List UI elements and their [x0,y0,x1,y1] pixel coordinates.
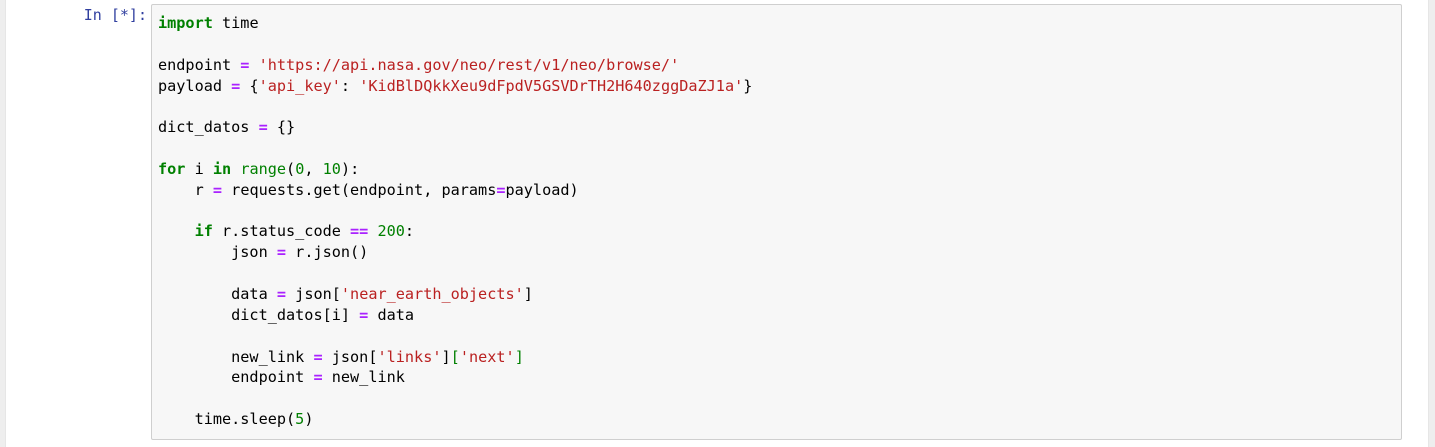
code-text: : [404,222,415,241]
code-string: 'api_key' [258,76,341,95]
code-line[interactable]: new_link = json['links']['next'] [158,347,752,368]
code-text: : [340,76,360,95]
code-string: 'links' [377,347,442,366]
code-operator: = [313,368,323,387]
code-text: json [158,243,277,262]
code-text: json[ [286,284,341,303]
code-text: ) [304,410,314,429]
code-text: new_link [158,347,314,366]
code-editor[interactable]: import time​endpoint = 'https://api.nasa… [151,4,1402,440]
code-keyword: if [194,222,213,241]
code-line[interactable]: json = r.json() [158,242,752,263]
code-text: dict_datos[i] [158,305,360,324]
code-string: 'https://api.nasa.gov/neo/rest/v1/neo/br… [258,55,680,74]
code-operator: = [496,180,506,199]
code-line[interactable]: endpoint = 'https://api.nasa.gov/neo/res… [158,55,752,76]
code-block[interactable]: import time​endpoint = 'https://api.nasa… [158,13,752,430]
code-number: 0 [295,159,305,178]
code-text: { [240,76,259,95]
code-text: endpoint [158,368,314,387]
code-line[interactable]: ​ [158,34,752,55]
code-number: 200 [377,222,405,241]
code-text: ): [340,159,360,178]
code-line[interactable]: r = requests.get(endpoint, params=payloa… [158,180,752,201]
code-operator: == [350,222,369,241]
code-line[interactable]: if r.status_code == 200: [158,221,752,242]
code-text: } [743,76,753,95]
notebook-page: In [*]: import time​endpoint = 'https://… [5,0,1429,447]
code-line[interactable]: time.sleep(5) [158,409,752,430]
code-text: json[ [322,347,378,366]
code-line[interactable]: ​ [158,263,752,284]
code-cell[interactable]: In [*]: import time​endpoint = 'https://… [6,0,1428,447]
code-bracket: [ [450,347,460,366]
code-text: endpoint [158,55,241,74]
code-line[interactable]: endpoint = new_link [158,367,752,388]
code-line[interactable]: dict_datos[i] = data [158,305,752,326]
code-operator: = [231,76,241,95]
code-line[interactable]: data = json['near_earth_objects'] [158,284,752,305]
code-operator: = [276,243,287,262]
code-line[interactable]: ​ [158,138,752,159]
code-number: 10 [322,159,341,178]
code-text: requests.get(endpoint, params [222,180,497,199]
code-text: time.sleep( [158,410,296,429]
code-text: ] [523,284,533,303]
code-text: r.json() [286,243,369,262]
code-text: r.status_code [212,222,351,241]
code-builtin: range [240,159,287,178]
code-line[interactable]: ​ [158,326,752,347]
code-line[interactable]: ​ [158,96,752,117]
code-operator: = [258,118,268,137]
code-text: ] [441,347,451,366]
code-line[interactable]: payload = {'api_key': 'KidBlDQkkXeu9dFpd… [158,76,752,97]
code-keyword: for [158,159,186,178]
code-string: 'KidBlDQkkXeu9dFpdV5GSVDrTH2H640zggDaZJ1… [359,76,744,95]
code-number: 5 [295,410,305,429]
code-text: new_link [322,368,405,387]
code-operator: = [212,180,223,199]
code-string: 'next' [459,347,515,366]
code-text: r [158,180,213,199]
code-operator: = [313,347,323,366]
code-operator: = [359,305,369,324]
code-text: payload) [505,180,579,199]
code-text: dict_datos [158,118,259,137]
code-text: data [158,284,277,303]
code-keyword: in [212,159,232,178]
code-text: payload [158,76,232,95]
code-string: 'near_earth_objects' [340,284,524,303]
code-text: time [212,14,259,32]
code-text: {} [267,118,296,137]
code-bracket: ] [514,347,524,366]
code-text: ( [286,159,296,178]
code-text: data [368,305,415,324]
code-text: i [185,159,213,178]
code-line[interactable]: import time [158,13,752,34]
code-line[interactable]: ​ [158,388,752,409]
code-line[interactable]: ​ [158,201,752,222]
code-line[interactable]: dict_datos = {} [158,117,752,138]
input-prompt: In [*]: [83,6,147,24]
code-text: , [304,159,323,178]
code-keyword: import [158,14,213,32]
code-line[interactable]: for i in range(0, 10): [158,159,752,180]
code-operator: = [276,284,287,303]
